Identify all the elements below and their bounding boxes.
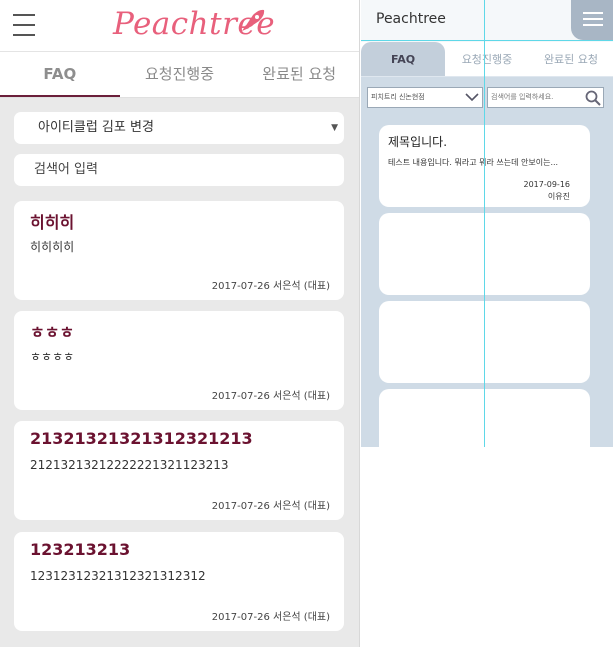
faq-card-body: 12312312321312321312312: [30, 569, 206, 583]
faq-card[interactable]: 123213213 12312312321312321312312 2017-0…: [14, 532, 344, 631]
guide-line-horizontal: [361, 40, 613, 41]
tab-completed[interactable]: 완료된 요청: [239, 52, 359, 97]
faq-card-meta: 2017-07-26 서은석 (대표): [211, 391, 330, 402]
search-input[interactable]: 검색어 입력: [14, 154, 344, 186]
branch-select[interactable]: 아이티클럽 김포 변경 ▼: [14, 112, 344, 144]
faq-card-body: 21213213212222221321123213: [30, 458, 229, 472]
faq-card-body: ㅎㅎㅎㅎ: [30, 350, 75, 364]
tab-in-progress[interactable]: 요청진행중: [120, 52, 240, 97]
caret-down-icon: ▼: [331, 123, 338, 133]
mockup-search-input[interactable]: 검색어를 입력하세요.: [487, 87, 604, 108]
hamburger-menu-icon[interactable]: [13, 14, 35, 36]
faq-card-title: 2132132132131232121​3: [30, 429, 253, 448]
faq-card-meta: 2017-07-26 서은석 (대표): [211, 501, 330, 512]
faq-card-title: ㅎㅎㅎ: [30, 323, 75, 342]
mockup-menu-icon[interactable]: [571, 0, 613, 40]
rocket-icon: [242, 9, 265, 31]
faq-card-meta: 2017-07-26 서은석 (대표): [211, 612, 330, 623]
search-icon[interactable]: [584, 89, 602, 107]
faq-card[interactable]: ㅎㅎㅎ ㅎㅎㅎㅎ 2017-07-26 서은석 (대표): [14, 311, 344, 410]
mockup-card-author: 이유진: [547, 192, 570, 201]
screenshot-root: Peachtree FAQ 요청진행중 완료된 요청 아이티클럽 김포 변경 ▼…: [0, 0, 613, 647]
mockup-tab-bar: FAQ 요청진행중 완료된 요청: [361, 42, 613, 77]
mockup-search-placeholder: 검색어를 입력하세요.: [491, 93, 554, 101]
guide-line-vertical: [484, 0, 485, 447]
mockup-card-date: 2017-09-16: [523, 180, 571, 189]
chevron-down-icon: [465, 93, 479, 102]
faq-card[interactable]: 2132132132131232121​3 212132132122222213…: [14, 421, 344, 520]
faq-card[interactable]: 히히히 히히히히 2017-07-26 서은석 (대표): [14, 201, 344, 300]
mockup-branch-select-value: 피치트리 신논현점: [371, 93, 425, 101]
tab-bar: FAQ 요청진행중 완료된 요청: [0, 52, 359, 98]
mockup-card-title: 제목입니다.: [388, 135, 448, 149]
faq-card-title: 123213213: [30, 540, 131, 559]
faq-card-body: 히히히히: [30, 240, 75, 254]
mockup-branch-select[interactable]: 피치트리 신논현점: [367, 87, 483, 108]
right-mockup-panel: Peachtree FAQ 요청진행중 완료된 요청 피치트리 신논현점 검색어…: [361, 0, 613, 447]
faq-card-title: 히히히: [30, 213, 75, 232]
mockup-tab-faq[interactable]: FAQ: [361, 42, 445, 76]
branch-select-value: 아이티클럽 김포 변경: [38, 120, 154, 135]
tab-faq[interactable]: FAQ: [0, 52, 120, 97]
faq-card-meta: 2017-07-26 서은석 (대표): [211, 281, 330, 292]
mockup-card-body: 테스트 내용입니다. 뭐라고 뭐라 쓰는데 안보이는...: [388, 158, 559, 167]
mockup-title: Peachtree: [376, 11, 446, 27]
mockup-tab-in-progress[interactable]: 요청진행중: [445, 42, 529, 76]
left-app-panel: Peachtree FAQ 요청진행중 완료된 요청 아이티클럽 김포 변경 ▼…: [0, 0, 360, 647]
app-header: Peachtree: [0, 0, 359, 52]
mockup-tab-completed[interactable]: 완료된 요청: [529, 42, 613, 76]
